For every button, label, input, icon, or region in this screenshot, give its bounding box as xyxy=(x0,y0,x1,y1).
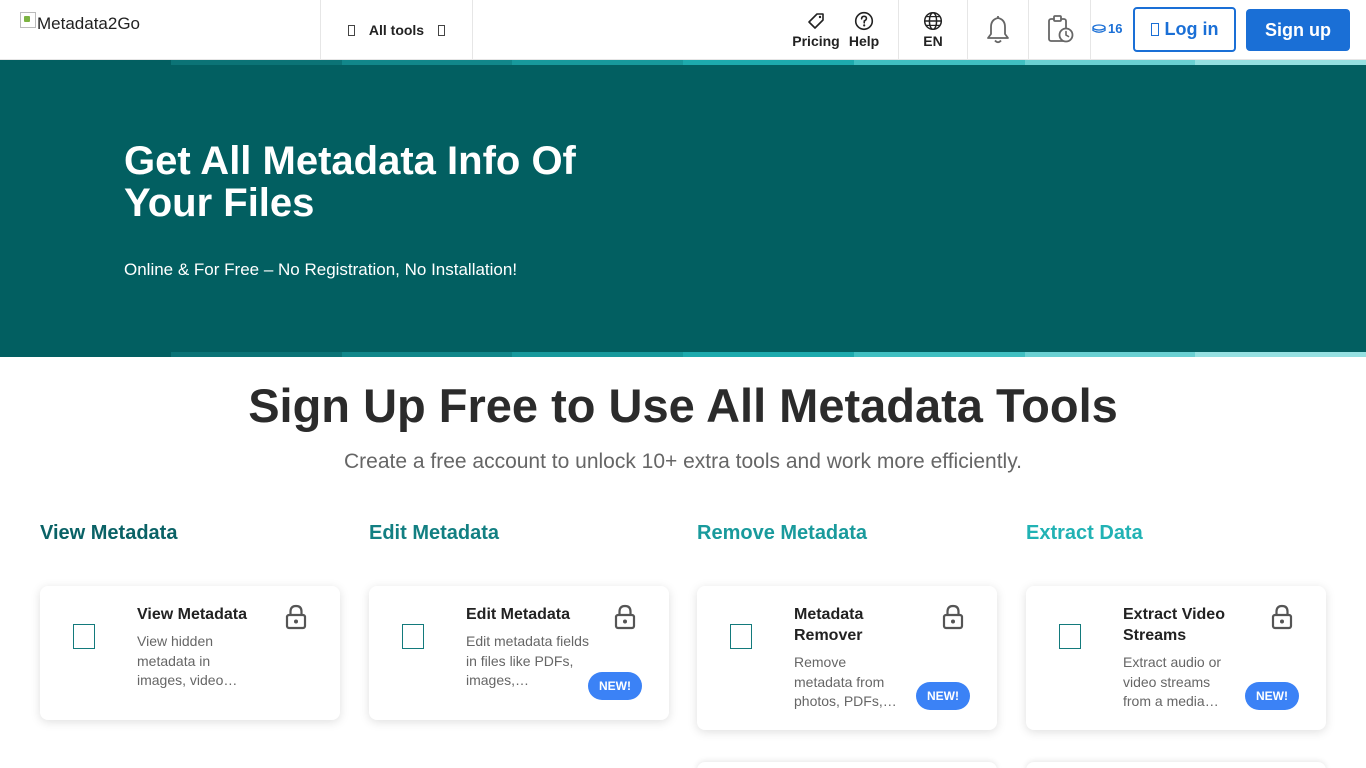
stripe-segment xyxy=(1195,352,1366,357)
logo[interactable]: Metadata2Go xyxy=(20,12,141,34)
stripe-segment xyxy=(1024,352,1196,357)
tool-card-title: Extract Video Streams xyxy=(1123,606,1225,644)
user-icon xyxy=(1150,23,1159,36)
history-button[interactable] xyxy=(1029,0,1090,60)
category-remove-metadata: Remove Metadata xyxy=(697,522,868,544)
stripe-segment xyxy=(853,352,1025,357)
stripe-segment xyxy=(1024,60,1196,65)
stripe-segment xyxy=(341,60,513,65)
all-tools-menu[interactable]: All tools xyxy=(320,0,473,60)
bell-icon xyxy=(987,16,1009,44)
help-link[interactable]: Help xyxy=(844,0,884,60)
tool-card-partial[interactable] xyxy=(697,762,997,768)
tag-icon xyxy=(808,13,824,29)
chevron-down-icon xyxy=(438,24,446,36)
globe-icon xyxy=(923,11,943,31)
logo-alt-text: Metadata2Go xyxy=(37,14,141,33)
tool-card-partial[interactable] xyxy=(1026,762,1326,768)
category-view-metadata: View Metadata xyxy=(40,522,178,544)
stripe-segment xyxy=(170,60,342,65)
signup-section-subtitle: Create a free account to unlock 10+ extr… xyxy=(344,450,1022,473)
login-button[interactable]: Log in xyxy=(1133,7,1236,52)
all-tools-label: All tools xyxy=(368,22,425,38)
credits-counter[interactable]: 16 xyxy=(1092,21,1122,36)
clipboard-clock-icon xyxy=(1047,15,1073,43)
lock-icon xyxy=(942,604,964,630)
stripe-segment xyxy=(0,352,171,357)
stripe-segment xyxy=(1195,60,1366,65)
stripe-segment xyxy=(512,352,683,357)
signup-button[interactable]: Sign up xyxy=(1246,9,1350,51)
tool-card-description: Remove metadata from photos, PDFs,… xyxy=(794,654,897,709)
hero-banner: Get All Metadata Info Of Your Files Onli… xyxy=(0,60,1366,357)
stripe-segment xyxy=(512,60,683,65)
stripe-segment xyxy=(853,60,1025,65)
stripe-segment xyxy=(0,60,171,65)
tool-icon xyxy=(73,624,95,649)
tool-icon xyxy=(402,624,424,649)
tool-card-edit-metadata[interactable]: Edit Metadata Edit metadata fields in fi… xyxy=(369,586,669,720)
language-label: EN xyxy=(923,33,943,49)
tool-icon xyxy=(1059,624,1081,649)
lock-icon xyxy=(614,604,636,630)
hero-subtitle: Online & For Free – No Registration, No … xyxy=(124,260,518,279)
help-icon xyxy=(854,11,874,31)
signup-label: Sign up xyxy=(1265,19,1331,40)
coins-icon xyxy=(1092,23,1106,33)
help-label: Help xyxy=(848,33,880,49)
tool-icon xyxy=(730,624,752,649)
new-badge: NEW! xyxy=(916,682,970,710)
tool-card-title: View Metadata xyxy=(137,606,247,623)
tool-card-description: Extract audio or video streams from a me… xyxy=(1123,654,1222,709)
tool-card-title: Metadata Remover xyxy=(794,606,864,644)
grid-icon xyxy=(347,24,355,36)
pricing-link[interactable]: Pricing xyxy=(790,0,842,60)
lock-icon xyxy=(1271,604,1293,630)
category-extract-data: Extract Data xyxy=(1026,522,1143,544)
tool-card-extract-video-streams[interactable]: Extract Video Streams Extract audio or v… xyxy=(1026,586,1326,730)
language-selector[interactable]: EN xyxy=(899,0,967,60)
signup-section-title: Sign Up Free to Use All Metadata Tools xyxy=(248,379,1118,432)
broken-image-icon xyxy=(20,12,36,28)
stripe-segment xyxy=(170,352,342,357)
hero-title: Get All Metadata Info Of Your Files xyxy=(124,139,576,225)
pricing-label: Pricing xyxy=(792,33,840,49)
tool-card-description: View hidden metadata in images, video… xyxy=(137,633,238,688)
header-divider xyxy=(1090,0,1091,60)
new-badge: NEW! xyxy=(1245,682,1299,710)
lock-icon xyxy=(285,604,307,630)
stripe-segment xyxy=(683,60,854,65)
notifications-button[interactable] xyxy=(968,0,1028,60)
stripe-segment xyxy=(341,352,513,357)
login-label: Log in xyxy=(1164,19,1219,39)
tool-card-view-metadata[interactable]: View Metadata View hidden metadata in im… xyxy=(40,586,340,720)
tool-card-description: Edit metadata fields in files like PDFs,… xyxy=(466,633,589,688)
credits-count: 16 xyxy=(1108,21,1123,36)
category-edit-metadata: Edit Metadata xyxy=(369,522,500,544)
tool-card-metadata-remover[interactable]: Metadata Remover Remove metadata from ph… xyxy=(697,586,997,730)
top-header: Metadata2Go All tools Pricing Help EN 16… xyxy=(0,0,1366,60)
tool-card-title: Edit Metadata xyxy=(466,606,571,623)
new-badge: NEW! xyxy=(588,672,642,700)
decorative-stripe xyxy=(0,60,1366,65)
stripe-segment xyxy=(683,352,854,357)
decorative-stripe xyxy=(0,352,1366,357)
